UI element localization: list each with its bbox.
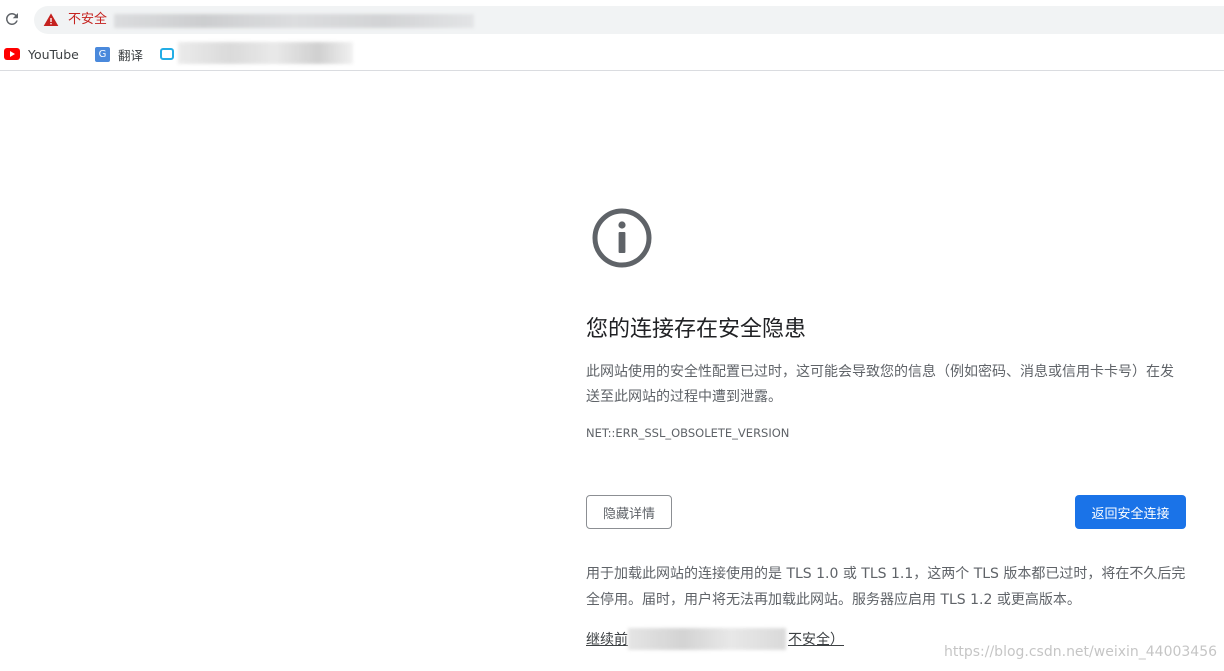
- bookmark-translate[interactable]: G 翻译: [95, 44, 143, 64]
- back-to-safety-button[interactable]: 返回安全连接: [1075, 495, 1186, 529]
- warning-icon[interactable]: [43, 12, 59, 28]
- browser-toolbar: 不安全: [0, 0, 1224, 38]
- hide-details-button[interactable]: 隐藏详情: [586, 495, 672, 529]
- watermark: https://blog.csdn.net/weixin_44003456: [944, 644, 1218, 660]
- not-secure-label[interactable]: 不安全: [68, 11, 107, 29]
- details-text: 用于加载此网站的连接使用的是 TLS 1.0 或 TLS 1.1，这两个 TLS…: [586, 566, 1186, 608]
- address-bar[interactable]: 不安全: [34, 6, 1224, 34]
- error-code: NET::ERR_SSL_OBSOLETE_VERSION: [586, 426, 790, 440]
- reload-icon[interactable]: [3, 10, 21, 28]
- bookmark-youtube[interactable]: YouTube: [4, 44, 79, 64]
- youtube-icon: [4, 48, 20, 60]
- bookmarks-redacted: [178, 42, 353, 64]
- bookmark-bilibili[interactable]: [160, 44, 174, 64]
- explanation-text: 此网站使用的安全性配置已过时，这可能会导致您的信息（例如密码、消息或信用卡卡号）…: [586, 364, 1174, 405]
- page-title: 您的连接存在安全隐患: [586, 317, 807, 342]
- info-icon: [592, 208, 652, 268]
- translate-icon: G: [95, 46, 110, 62]
- bookmark-label: 翻译: [118, 47, 144, 63]
- proceed-link[interactable]: 继续前: [586, 629, 628, 651]
- bilibili-icon: [160, 48, 174, 60]
- bookmark-label: YouTube: [28, 46, 79, 62]
- url-text-redacted[interactable]: [114, 14, 474, 28]
- proceed-link-end[interactable]: 不安全）: [788, 629, 844, 651]
- proceed-link-redacted[interactable]: [628, 628, 786, 650]
